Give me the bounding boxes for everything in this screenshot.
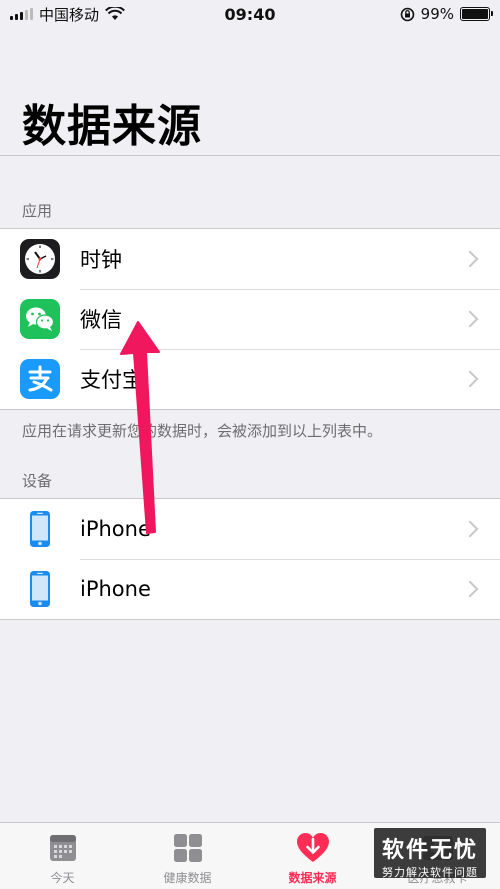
clock-icon bbox=[20, 239, 60, 279]
tab-health-data[interactable]: 健康数据 bbox=[125, 823, 250, 889]
tab-today[interactable]: 今天 bbox=[0, 823, 125, 889]
cell-signal-icon bbox=[10, 8, 33, 20]
apps-section-header: 应用 bbox=[22, 202, 53, 220]
orientation-lock-icon bbox=[400, 7, 414, 21]
watermark-badge: 软件无忧 努力解决软件问题 bbox=[374, 828, 486, 879]
watermark-title: 软件无忧 bbox=[381, 838, 478, 863]
grid-icon bbox=[171, 831, 205, 865]
list-item-label: 微信 bbox=[80, 308, 122, 332]
tab-label: 今天 bbox=[50, 871, 75, 885]
battery-icon bbox=[460, 7, 493, 21]
list-item-iphone[interactable]: iPhone bbox=[0, 499, 500, 559]
page-title: 数据来源 bbox=[22, 101, 202, 152]
chevron-right-icon bbox=[461, 370, 479, 388]
list-item-alipay[interactable]: 支付宝 bbox=[0, 349, 500, 409]
apps-section-footer: 应用在请求更新您的数据时，会被添加到以上列表中。 bbox=[22, 422, 383, 440]
devices-section-header: 设备 bbox=[22, 472, 53, 490]
battery-percent: 99% bbox=[420, 5, 454, 23]
battery-level bbox=[462, 9, 488, 19]
chevron-right-icon bbox=[461, 520, 479, 538]
wifi-icon bbox=[105, 7, 125, 20]
calendar-icon bbox=[46, 831, 80, 865]
chevron-right-icon bbox=[461, 310, 479, 328]
list-item-iphone[interactable]: iPhone bbox=[0, 559, 500, 619]
status-left: 中国移动 bbox=[10, 4, 125, 25]
tab-label: 数据来源 bbox=[288, 871, 337, 885]
status-bar: 中国移动 09:40 99% bbox=[0, 0, 500, 28]
list-item-label: iPhone bbox=[80, 517, 151, 541]
chevron-right-icon bbox=[461, 580, 479, 598]
list-item-label: iPhone bbox=[80, 577, 151, 601]
iphone-icon bbox=[20, 569, 60, 609]
watermark-subtitle: 努力解决软件问题 bbox=[382, 866, 478, 879]
tab-label: 健康数据 bbox=[163, 871, 212, 885]
devices-list: iPhone iPhone bbox=[0, 498, 500, 620]
iphone-icon bbox=[20, 509, 60, 549]
chevron-right-icon bbox=[461, 250, 479, 268]
wechat-icon bbox=[20, 299, 60, 339]
list-item-clock[interactable]: 时钟 bbox=[0, 229, 500, 289]
tab-sources[interactable]: 数据来源 bbox=[250, 823, 375, 889]
list-item-label: 时钟 bbox=[80, 248, 122, 272]
alipay-icon bbox=[20, 359, 60, 399]
list-item-label: 支付宝 bbox=[80, 368, 143, 392]
title-divider bbox=[0, 155, 500, 156]
heart-download-icon bbox=[296, 831, 330, 865]
status-right: 99% bbox=[400, 5, 493, 23]
list-item-wechat[interactable]: 微信 bbox=[0, 289, 500, 349]
carrier-name: 中国移动 bbox=[39, 5, 100, 24]
apps-list: 时钟 微信 支付宝 bbox=[0, 228, 500, 410]
